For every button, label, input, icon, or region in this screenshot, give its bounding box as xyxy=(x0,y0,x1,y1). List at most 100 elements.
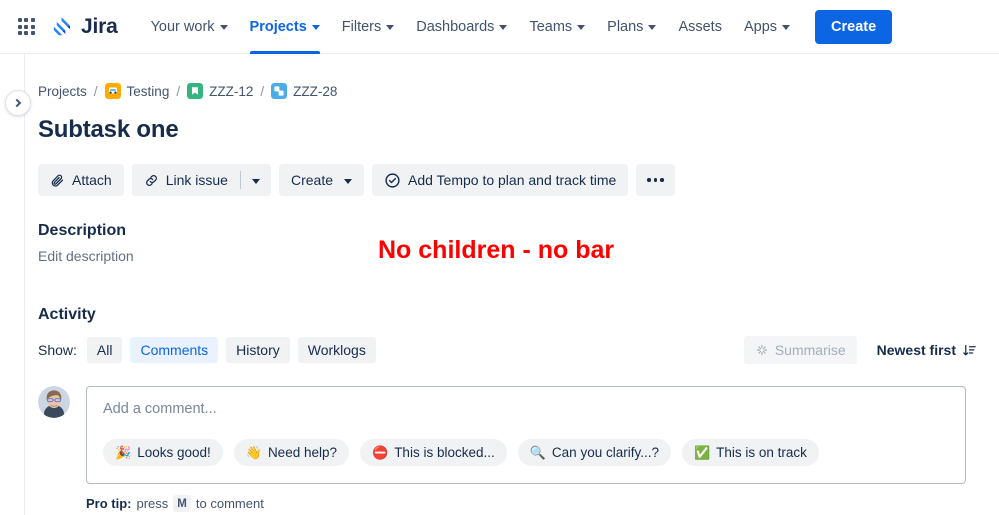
activity-heading: Activity xyxy=(38,306,96,323)
chevron-down-icon xyxy=(782,25,791,30)
expand-sidebar-button[interactable] xyxy=(5,90,31,116)
grid-icon xyxy=(17,18,35,35)
quick-reply-need-help[interactable]: 👋 Need help? xyxy=(233,439,349,466)
nav-item-apps[interactable]: Apps xyxy=(733,0,801,54)
issue-action-toolbar: Attach Link issue Create Add Tempo to pl… xyxy=(38,164,979,196)
attach-label: Attach xyxy=(72,172,112,188)
quick-reply-on-track[interactable]: ✅ This is on track xyxy=(681,439,819,466)
pro-tip-hint: Pro tip: press M to comment xyxy=(86,495,979,512)
add-tempo-button[interactable]: Add Tempo to plan and track time xyxy=(372,164,629,196)
pro-tip-suffix: to comment xyxy=(195,496,264,511)
nav-item-label: Projects xyxy=(249,18,307,35)
create-child-label: Create xyxy=(290,172,333,188)
activity-filter-comments[interactable]: Comments xyxy=(130,337,219,363)
more-actions-button[interactable] xyxy=(636,164,675,196)
summarise-label: Summarise xyxy=(774,342,846,358)
quick-reply-label: Need help? xyxy=(267,445,337,460)
nav-item-label: Dashboards xyxy=(416,18,495,35)
breadcrumb-project[interactable]: Testing xyxy=(104,83,170,99)
sort-order-button[interactable]: Newest first xyxy=(875,342,979,358)
app-switcher-icon[interactable] xyxy=(10,11,42,43)
check-circle-icon xyxy=(385,172,400,188)
nav-item-label: Apps xyxy=(743,18,778,35)
comment-placeholder: Add a comment... xyxy=(103,401,217,417)
sort-descending-icon xyxy=(963,344,976,355)
link-issue-button[interactable]: Link issue xyxy=(131,164,240,196)
nav-item-your-work[interactable]: Your work xyxy=(140,0,239,54)
link-icon xyxy=(145,174,157,186)
create-button[interactable]: Create xyxy=(815,9,893,44)
attach-button[interactable]: Attach xyxy=(38,164,124,196)
link-issue-split-button: Link issue xyxy=(131,164,271,196)
add-tempo-label: Add Tempo to plan and track time xyxy=(408,172,617,188)
global-navigation-bar: Jira Your work Projects Filters Dashboar… xyxy=(0,0,999,54)
annotation-text: No children - no bar xyxy=(378,236,615,264)
breadcrumb-separator: / xyxy=(260,83,265,99)
jira-logo-icon xyxy=(53,16,70,35)
jira-home-link[interactable]: Jira xyxy=(50,15,118,39)
primary-nav-items: Your work Projects Filters Dashboards Te… xyxy=(140,0,801,54)
nav-item-teams[interactable]: Teams xyxy=(518,0,596,54)
summarise-button[interactable]: Summarise xyxy=(743,336,857,364)
activity-filter-row: Show: All Comments History Worklogs Summ… xyxy=(38,336,979,364)
breadcrumb-separator: / xyxy=(176,83,181,99)
quick-reply-label: This is blocked... xyxy=(394,445,495,460)
show-label: Show: xyxy=(38,342,77,358)
breadcrumb-projects[interactable]: Projects xyxy=(38,84,87,99)
chevron-down-icon xyxy=(311,25,320,30)
page-title: Subtask one xyxy=(38,116,179,143)
breadcrumb-parent-issue[interactable]: ZZZ-12 xyxy=(187,83,253,99)
quick-reply-blocked[interactable]: ⛔ This is blocked... xyxy=(360,439,507,466)
nav-item-dashboards[interactable]: Dashboards xyxy=(405,0,518,54)
waving-hand-icon: 👋 xyxy=(245,445,262,460)
quick-reply-label: Looks good! xyxy=(137,445,211,460)
breadcrumb-parent-label: ZZZ-12 xyxy=(209,83,254,99)
sidebar-divider xyxy=(24,54,25,515)
quick-reply-looks-good[interactable]: 🎉 Looks good! xyxy=(103,439,223,466)
breadcrumb-current-issue[interactable]: ZZZ-28 xyxy=(271,83,337,99)
chevron-down-icon xyxy=(344,178,352,184)
nav-item-label: Assets xyxy=(678,18,722,35)
user-avatar[interactable] xyxy=(38,386,70,418)
quick-reply-clarify[interactable]: 🔍 Can you clarify...? xyxy=(517,439,671,466)
activity-filter-history[interactable]: History xyxy=(226,337,290,363)
breadcrumb-current-label: ZZZ-28 xyxy=(293,83,338,99)
activity-filter-all[interactable]: All xyxy=(86,337,123,363)
activity-controls-right: Summarise Newest first xyxy=(743,336,979,364)
comment-composer-row: Add a comment... 🎉 Looks good! 👋 Need he… xyxy=(38,386,979,484)
paperclip-icon xyxy=(51,174,64,187)
link-issue-label: Link issue xyxy=(165,172,228,188)
chevron-down-icon xyxy=(219,25,228,30)
chevron-down-icon xyxy=(251,178,260,184)
breadcrumb: Projects / Testing / ZZZ-12 / ZZZ-28 xyxy=(38,82,979,100)
pro-tip-mid: press xyxy=(136,496,169,511)
breadcrumb-project-label: Testing xyxy=(126,83,170,99)
chevron-down-icon xyxy=(577,25,586,30)
nav-item-assets[interactable]: Assets xyxy=(667,0,733,54)
issue-content: Projects / Testing / ZZZ-12 / ZZZ-28 Sub… xyxy=(0,54,999,512)
nav-item-label: Your work xyxy=(150,18,215,35)
brand-name: Jira xyxy=(81,14,118,38)
chevron-down-icon xyxy=(499,25,508,30)
activity-section: Activity Show: All Comments History Work… xyxy=(38,306,979,512)
chevron-down-icon xyxy=(386,25,395,30)
story-issue-type-icon xyxy=(187,83,204,99)
chevron-down-icon xyxy=(648,25,657,30)
create-child-button[interactable]: Create xyxy=(278,164,364,196)
nav-item-filters[interactable]: Filters xyxy=(331,0,405,54)
chevron-right-icon xyxy=(12,98,22,108)
ai-sparkle-icon xyxy=(756,344,768,356)
link-issue-dropdown-button[interactable] xyxy=(240,164,271,196)
nav-item-plans[interactable]: Plans xyxy=(596,0,667,54)
activity-filter-worklogs[interactable]: Worklogs xyxy=(297,337,376,363)
nav-item-projects[interactable]: Projects xyxy=(239,0,331,54)
nav-item-label: Filters xyxy=(341,18,382,35)
issue-view: Projects / Testing / ZZZ-12 / ZZZ-28 Sub… xyxy=(0,54,999,515)
magnifying-glass-icon: 🔍 xyxy=(529,445,546,460)
check-mark-icon: ✅ xyxy=(693,445,711,460)
party-popper-icon: 🎉 xyxy=(115,445,132,460)
nav-item-label: Teams xyxy=(529,18,573,35)
description-section: Description Edit description No children… xyxy=(38,222,979,264)
keyboard-key-m: M xyxy=(173,495,191,512)
comment-input-box[interactable]: Add a comment... 🎉 Looks good! 👋 Need he… xyxy=(86,386,966,484)
